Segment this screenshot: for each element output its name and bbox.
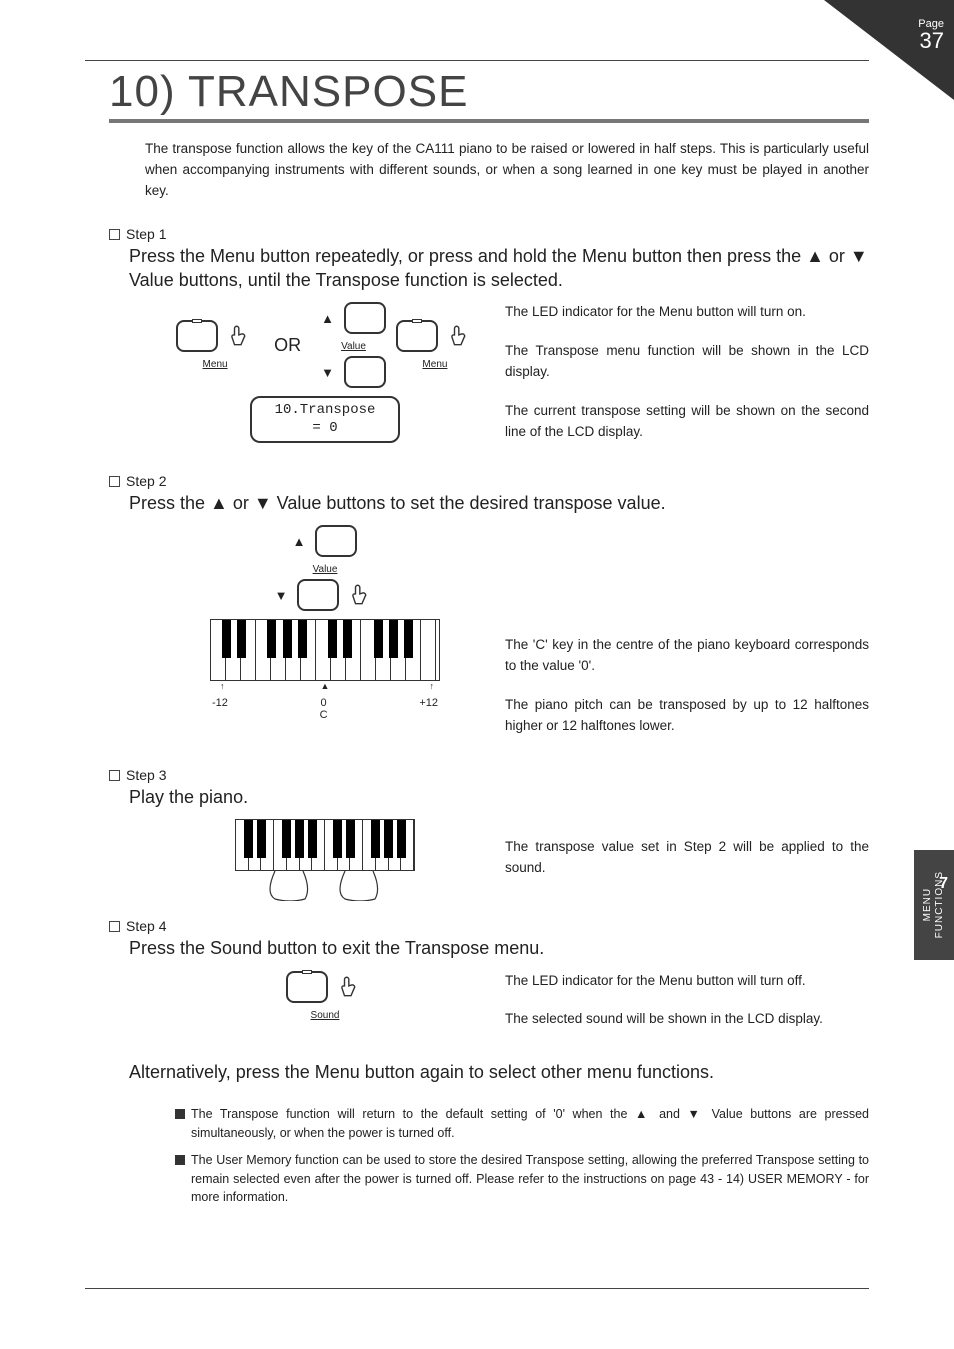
step2-head-text: Step 2 <box>126 473 166 489</box>
finger-icon <box>349 582 375 608</box>
keyboard-range-illustration: ↑ ▲ ↑ -12 0 C +12 <box>210 619 440 721</box>
step4-head: Step 4 <box>109 918 869 934</box>
intro-paragraph: The transpose function allows the key of… <box>145 139 869 202</box>
note-1: The Transpose function will return to th… <box>191 1105 869 1143</box>
scale-right: +12 <box>419 697 438 721</box>
up-arrow-icon: ▲ <box>293 535 306 548</box>
alternative-instruction: Alternatively, press the Menu button aga… <box>129 1062 869 1083</box>
step2-figure: ▲ Value ▼ ↑ ▲ ↑ <box>145 525 505 721</box>
keyboard-play-illustration <box>235 819 415 906</box>
menu-label: Menu <box>203 359 228 370</box>
down-arrow-icon: ▼ <box>275 589 288 602</box>
step3-instruction: Play the piano. <box>129 785 869 809</box>
menu-button-illustration: Menu <box>176 320 254 370</box>
page-number: 37 <box>918 30 944 52</box>
note-2: The User Memory function can be used to … <box>191 1151 869 1207</box>
step4-description: The LED indicator for the Menu button wi… <box>505 971 869 1049</box>
step2-p2: The piano pitch can be transposed by up … <box>505 695 869 737</box>
page-title: 10) TRANSPOSE <box>109 67 869 123</box>
menu-button-illustration-2: Menu <box>396 320 474 370</box>
step1-head-text: Step 1 <box>126 226 166 242</box>
step3-head: Step 3 <box>109 767 869 783</box>
scale-mid-sub: C <box>320 709 328 721</box>
sound-button-illustration: Sound <box>286 971 364 1021</box>
step1-p2: The Transpose menu function will be show… <box>505 341 869 383</box>
step1-p1: The LED indicator for the Menu button wi… <box>505 302 869 323</box>
value-label: Value <box>341 341 366 352</box>
step1-instruction: Press the Menu button repeatedly, or pre… <box>129 244 869 293</box>
step1-p3: The current transpose setting will be sh… <box>505 401 869 443</box>
chapter-number: 7 <box>939 875 948 935</box>
step1-description: The LED indicator for the Menu button wi… <box>505 302 869 461</box>
step2-instruction: Press the ▲ or ▼ Value buttons to set th… <box>129 491 869 515</box>
step3-head-text: Step 3 <box>126 767 166 783</box>
or-label: OR <box>274 335 301 356</box>
finger-icon <box>338 974 364 1000</box>
step4-head-text: Step 4 <box>126 918 166 934</box>
notes-section: The Transpose function will return to th… <box>175 1105 869 1207</box>
step3-p1: The transpose value set in Step 2 will b… <box>505 837 869 879</box>
step1-head: Step 1 <box>109 226 869 242</box>
step2-p1: The 'C' key in the centre of the piano k… <box>505 635 869 677</box>
menu-label-2: Menu <box>422 359 447 370</box>
step3-figure <box>145 819 505 906</box>
step2-description: The 'C' key in the centre of the piano k… <box>505 525 869 755</box>
tab-line1: MENU <box>922 888 933 921</box>
value-buttons-illustration: ▲ Value ▼ <box>321 302 386 388</box>
step4-instruction: Press the Sound button to exit the Trans… <box>129 936 869 960</box>
finger-icon <box>228 323 254 349</box>
value-buttons-illustration-2: ▲ Value ▼ <box>275 525 376 611</box>
value-label-2: Value <box>313 564 338 575</box>
lcd-display: 10.Transpose = 0 <box>250 396 400 443</box>
step4-p1: The LED indicator for the Menu button wi… <box>505 971 869 992</box>
lcd-line1: 10.Transpose <box>270 402 380 420</box>
section-tab: MENU FUNCTIONS 7 <box>914 850 954 960</box>
step4-p2: The selected sound will be shown in the … <box>505 1009 869 1030</box>
scale-mid: 0 <box>321 697 327 709</box>
down-arrow-icon: ▼ <box>321 366 334 379</box>
sound-label: Sound <box>311 1010 340 1021</box>
page-content: 10) TRANSPOSE The transpose function all… <box>85 60 869 1289</box>
step4-figure: Sound <box>145 971 505 1021</box>
scale-left: -12 <box>212 697 228 721</box>
step1-figure: Menu OR ▲ Value ▼ Menu <box>145 302 505 443</box>
up-arrow-icon: ▲ <box>321 312 334 325</box>
step3-description: The transpose value set in Step 2 will b… <box>505 819 869 897</box>
finger-icon <box>448 323 474 349</box>
lcd-line2: = 0 <box>270 420 380 438</box>
step2-head: Step 2 <box>109 473 869 489</box>
